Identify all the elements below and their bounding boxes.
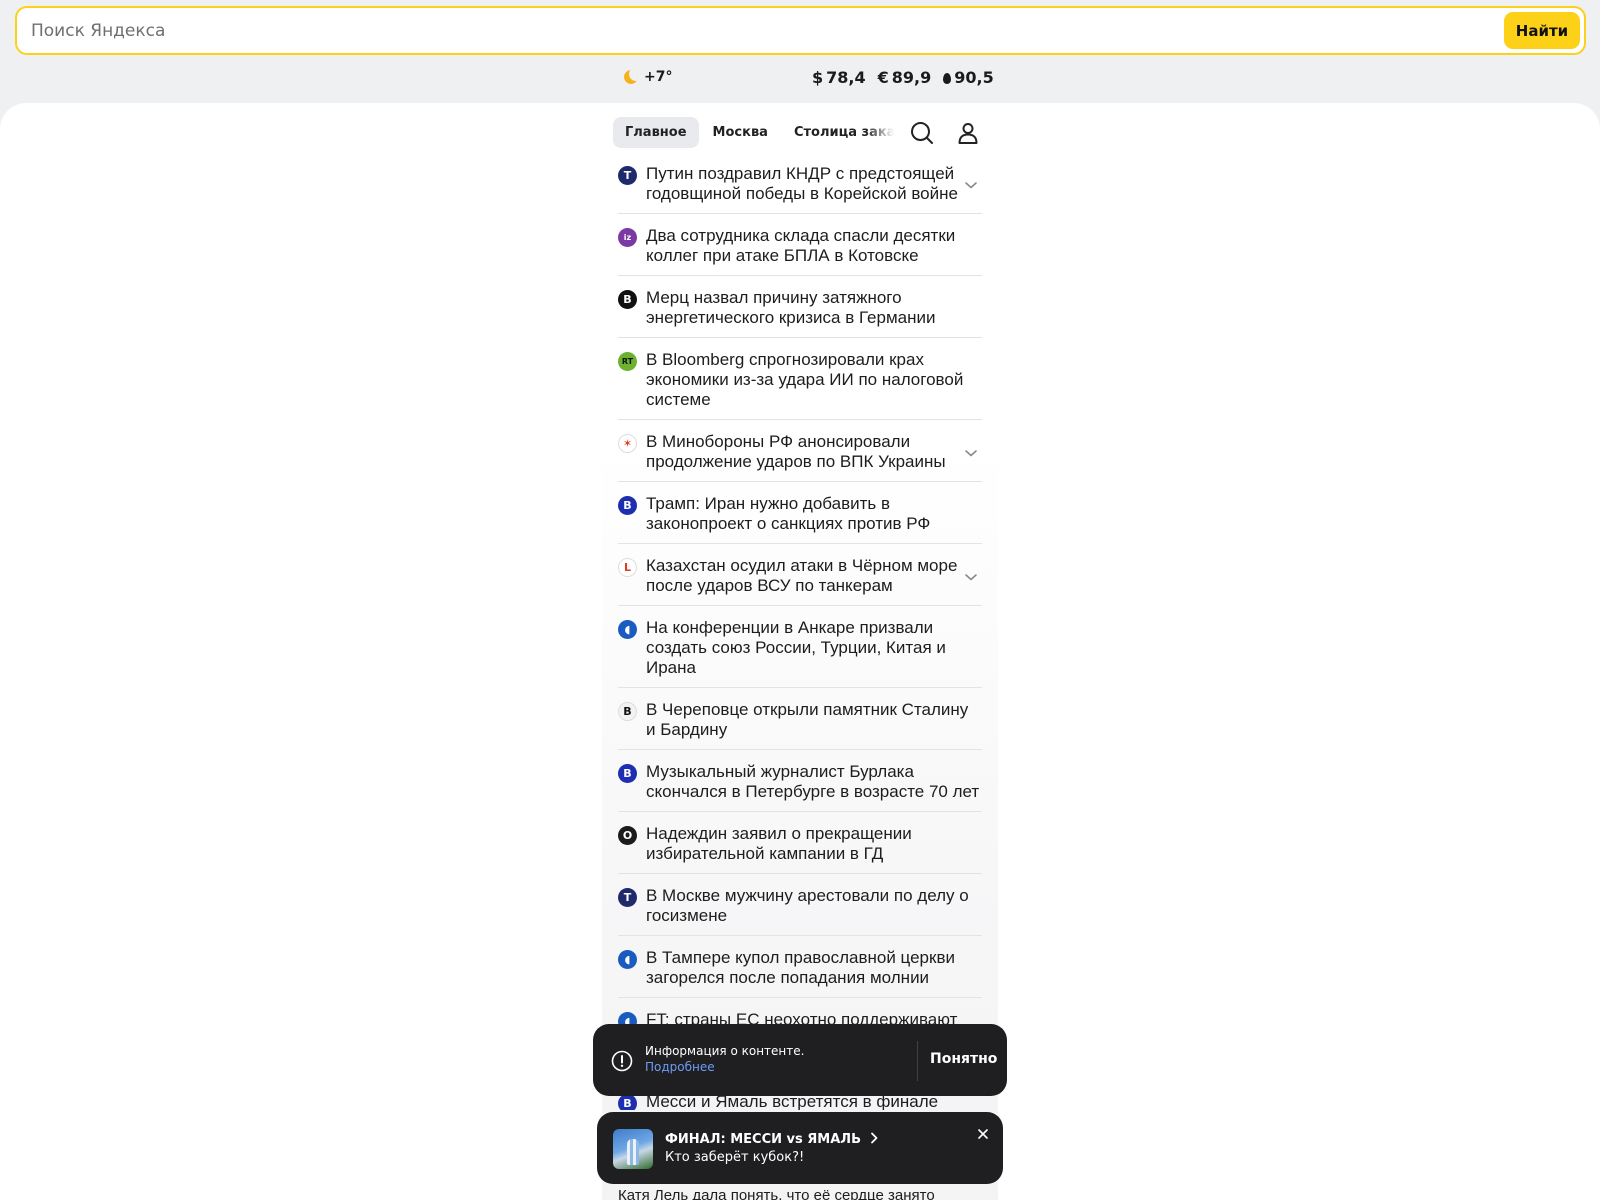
- b-circle-icon: B: [618, 1094, 637, 1110]
- promo-toast[interactable]: ФИНАЛ: МЕССИ vs ЯМАЛЬ Кто заберёт кубок?…: [597, 1112, 1003, 1184]
- news-headline: В Череповце открыли памятник Сталину и Б…: [646, 700, 969, 739]
- search-bar: Найти: [15, 6, 1586, 55]
- news-item[interactable]: iz Два сотрудника склада спасли десятки к…: [618, 224, 982, 276]
- content-notice-toast: Информация о контенте. Подробнее Понятно: [593, 1024, 1007, 1096]
- ria-icon: ◖: [618, 620, 637, 639]
- page: Найти +7° $ 78,4 € 89,9 90,5 Главное Мос…: [0, 0, 1600, 1200]
- news-headline: Мерц назвал причину затяжного энергетиче…: [646, 288, 936, 327]
- news-headline: Трамп: Иран нужно добавить в законопроек…: [646, 494, 931, 533]
- news-headline: В Bloomberg спрогнозировали крах экономи…: [646, 350, 964, 409]
- promo-thumbnail: [613, 1129, 653, 1169]
- euro-icon: €: [877, 68, 889, 87]
- promo-title-text: ФИНАЛ: МЕССИ vs ЯМАЛЬ: [665, 1132, 861, 1147]
- news-item[interactable]: ◖ В Тампере купол православной церкви заг…: [618, 946, 982, 998]
- moon-icon: [624, 70, 638, 84]
- b-circle-icon: B: [618, 764, 637, 783]
- currency-rates: $ 78,4 € 89,9 90,5: [812, 68, 994, 87]
- exclamation-icon: [611, 1050, 633, 1072]
- rate-usd[interactable]: $ 78,4: [812, 68, 866, 87]
- life-icon: L: [618, 558, 637, 577]
- content-notice-link[interactable]: Подробнее: [645, 1060, 715, 1074]
- news-item[interactable]: O Надеждин заявил о прекращении избирател…: [618, 822, 982, 874]
- news-item[interactable]: T Путин поздравил КНДР с предстоящей годо…: [618, 162, 982, 214]
- news-headline: На конференции в Анкаре призвали создать…: [646, 618, 946, 677]
- tab-moscow[interactable]: Москва: [701, 117, 780, 148]
- news-item[interactable]: B В Череповце открыли памятник Сталину и …: [618, 698, 982, 750]
- dollar-icon: $: [812, 68, 824, 87]
- t-circle-icon: T: [618, 166, 637, 185]
- news-headline: Надеждин заявил о прекращении избиратель…: [646, 824, 912, 863]
- news-item[interactable]: B Трамп: Иран нужно добавить в законопрое…: [618, 492, 982, 544]
- news-list: T Путин поздравил КНДР с предстоящей годо…: [618, 162, 982, 1120]
- rt-icon: RT: [618, 352, 637, 371]
- news-headline: В Тампере купол православной церкви заго…: [646, 948, 955, 987]
- vedomosti-icon: B: [618, 290, 637, 309]
- next-news-peek[interactable]: Катя Лель дала понять, что её сердце зан…: [618, 1187, 935, 1200]
- chevron-down-icon[interactable]: [964, 570, 978, 584]
- news-item[interactable]: B Мерц назвал причину затяжного энергетич…: [618, 286, 982, 338]
- iz-icon: iz: [618, 228, 637, 247]
- weather-informer[interactable]: +7°: [624, 69, 672, 85]
- rate-oil-value: 90,5: [954, 68, 994, 87]
- news-headline: Музыкальный журналист Бурлака скончался …: [646, 762, 980, 801]
- chevron-down-icon[interactable]: [964, 178, 978, 192]
- promo-title: ФИНАЛ: МЕССИ vs ЯМАЛЬ: [665, 1132, 879, 1147]
- news-item[interactable]: ◖ На конференции в Анкаре призвали создат…: [618, 616, 982, 688]
- rate-eur[interactable]: € 89,9: [878, 68, 932, 87]
- rate-oil[interactable]: 90,5: [943, 68, 994, 87]
- news-item[interactable]: B Музыкальный журналист Бурлака скончался…: [618, 760, 982, 812]
- news-headline: В Минобороны РФ анонсировали продолжение…: [646, 432, 946, 471]
- close-icon[interactable]: [973, 1124, 993, 1144]
- promo-subtitle: Кто заберёт кубок?!: [665, 1150, 805, 1165]
- tab-sunset-capital[interactable]: Столица закатов: [782, 117, 894, 148]
- user-icon[interactable]: [955, 120, 981, 146]
- star-icon: ✶: [618, 434, 637, 453]
- content-notice-title: Информация о контенте.: [645, 1044, 805, 1058]
- news-headline: Путин поздравил КНДР с предстоящей годов…: [646, 164, 958, 203]
- ria-icon: ◖: [618, 950, 637, 969]
- weather-temperature: +7°: [644, 69, 673, 85]
- news-item[interactable]: ✶ В Минобороны РФ анонсировали продолжени…: [618, 430, 982, 482]
- news-headline: Два сотрудника склада спасли десятки кол…: [646, 226, 956, 265]
- chevron-right-icon: [870, 1132, 877, 1144]
- understood-button[interactable]: Понятно: [930, 1051, 997, 1067]
- b-circle-icon: B: [618, 496, 637, 515]
- news-headline: В Москве мужчину арестовали по делу о го…: [646, 886, 969, 925]
- search-input[interactable]: [31, 8, 1431, 53]
- rate-usd-value: 78,4: [826, 68, 866, 87]
- news-item[interactable]: L Казахстан осудил атаки в Чёрном море по…: [618, 554, 982, 606]
- o-circle-icon: O: [618, 826, 637, 845]
- oil-drop-icon: [943, 73, 952, 84]
- search-submit-button[interactable]: Найти: [1504, 12, 1580, 49]
- t-circle-icon: T: [618, 888, 637, 907]
- divider: [917, 1041, 918, 1081]
- news-item[interactable]: T В Москве мужчину арестовали по делу о г…: [618, 884, 982, 936]
- chevron-down-icon[interactable]: [964, 446, 978, 460]
- search-icon[interactable]: [909, 120, 935, 146]
- news-headline: Казахстан осудил атаки в Чёрном море пос…: [646, 556, 958, 595]
- news-item[interactable]: RT В Bloomberg спрогнозировали крах эконо…: [618, 348, 982, 420]
- informers-row: +7° $ 78,4 € 89,9 90,5: [0, 67, 1600, 91]
- news-tabs: Главное Москва Столица закатов: [613, 116, 894, 148]
- tab-main[interactable]: Главное: [613, 116, 699, 148]
- rate-eur-value: 89,9: [891, 68, 932, 87]
- kommersant-icon: B: [618, 702, 637, 721]
